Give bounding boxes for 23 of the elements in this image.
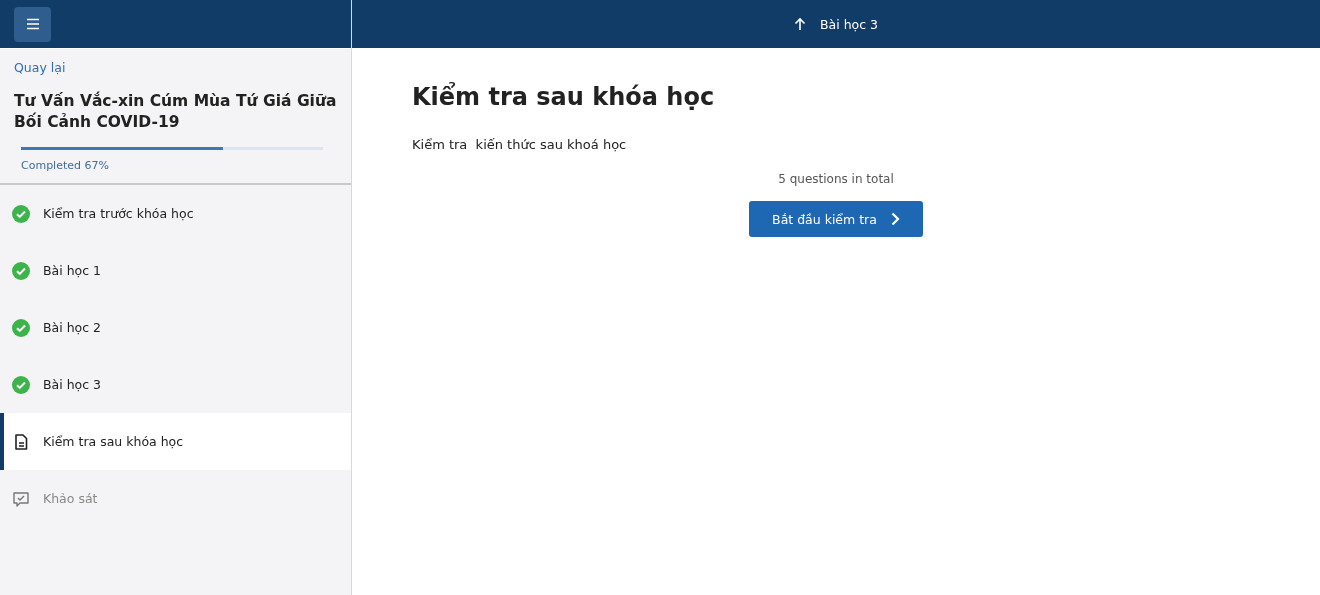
page-title: Kiểm tra sau khóa học — [412, 83, 716, 111]
progress-label: Completed 67% — [21, 159, 110, 172]
document-icon — [12, 432, 30, 451]
check-circle-icon — [12, 318, 30, 337]
question-count: 5 questions in total — [778, 172, 894, 186]
up-arrow-icon — [793, 17, 806, 31]
menu-icon — [25, 18, 40, 30]
description-text: Kiểm tra kiến thức sau khoá học — [412, 137, 628, 152]
chevron-right-icon — [890, 212, 900, 226]
previous-lesson-link[interactable]: Bài học 3 — [793, 16, 879, 32]
feedback-icon — [12, 489, 30, 508]
lesson-item[interactable]: Bài học 1 — [0, 242, 351, 299]
back-link[interactable]: Quay lại — [14, 60, 66, 75]
start-quiz-button[interactable]: Bắt đầu kiểm tra — [749, 201, 923, 237]
check-circle-icon — [12, 204, 30, 223]
check-circle-icon — [12, 261, 30, 280]
lesson-item[interactable]: Bài học 2 — [0, 299, 351, 356]
check-circle-icon — [12, 375, 30, 394]
lesson-item[interactable]: Kiểm tra sau khóa học — [0, 413, 351, 470]
lesson-item[interactable]: Kiểm tra trước khóa học — [0, 185, 351, 242]
lesson-item[interactable]: Bài học 3 — [0, 356, 351, 413]
menu-button[interactable] — [14, 6, 51, 42]
course-title: Tư Vấn Vắc-xin Cúm Mùa Tứ Giá Giữa Bối Cảnh COVID-19 — [14, 91, 337, 133]
